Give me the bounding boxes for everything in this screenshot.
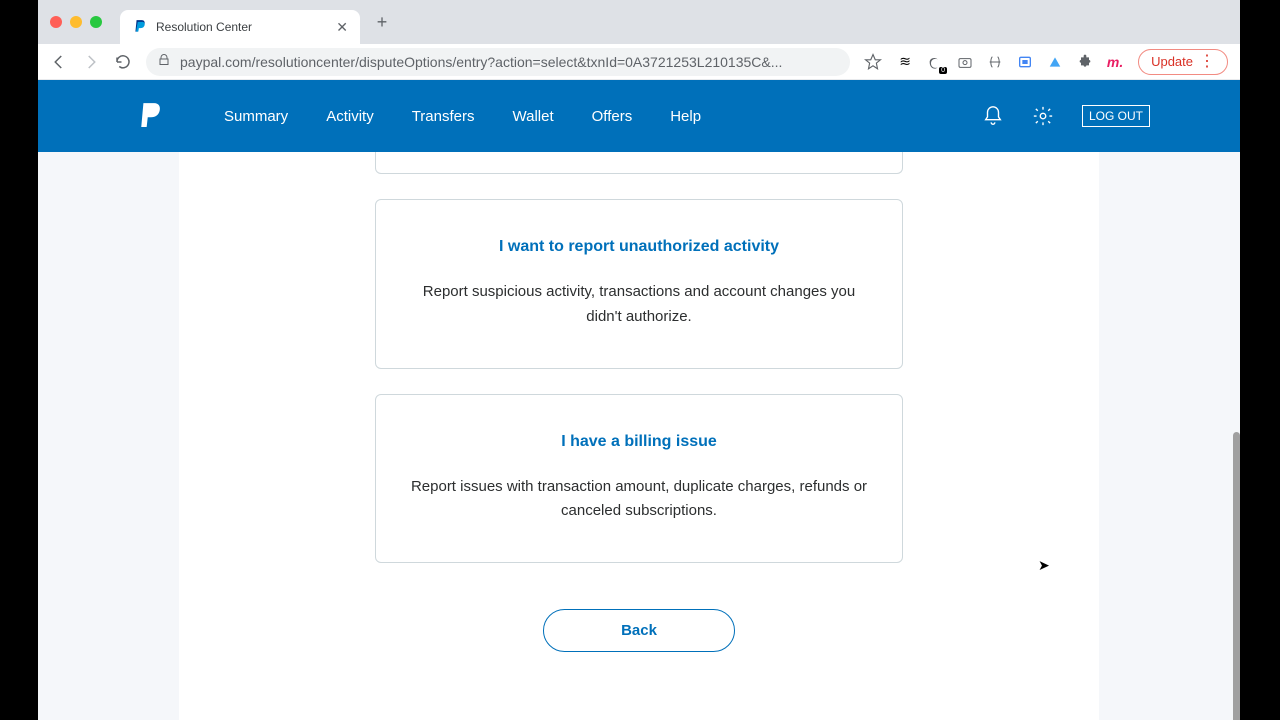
- lock-icon: [158, 54, 170, 69]
- back-icon[interactable]: [50, 53, 68, 71]
- tab-title: Resolution Center: [156, 20, 328, 34]
- forward-icon[interactable]: [82, 53, 100, 71]
- paypal-logo-icon[interactable]: [138, 101, 164, 131]
- card-description: Report issues with transaction amount, d…: [406, 475, 872, 525]
- extension-icon[interactable]: ≋: [896, 53, 914, 71]
- address-bar[interactable]: paypal.com/resolutioncenter/disputeOptio…: [146, 48, 850, 76]
- minimize-window-button[interactable]: [70, 16, 82, 28]
- nav-activity[interactable]: Activity: [326, 108, 374, 125]
- bell-icon[interactable]: [982, 105, 1004, 127]
- content-area: I want to report unauthorized activity R…: [38, 152, 1240, 720]
- nav-wallet[interactable]: Wallet: [513, 108, 554, 125]
- card-title: I want to report unauthorized activity: [406, 238, 872, 256]
- close-tab-icon[interactable]: ✕: [336, 19, 348, 36]
- extension-icon[interactable]: [1046, 53, 1064, 71]
- back-button[interactable]: Back: [543, 609, 735, 652]
- dispute-option-card[interactable]: [375, 152, 903, 174]
- new-tab-button[interactable]: +: [368, 8, 396, 36]
- nav-summary[interactable]: Summary: [224, 108, 288, 125]
- extension-icons: ≋ 0 m.: [896, 53, 1124, 71]
- window-controls: [50, 16, 102, 28]
- card-title: I have a billing issue: [406, 433, 872, 451]
- card-description: Report suspicious activity, transactions…: [406, 280, 872, 330]
- gear-icon[interactable]: [1032, 105, 1054, 127]
- nav-offers[interactable]: Offers: [592, 108, 633, 125]
- url-text: paypal.com/resolutioncenter/disputeOptio…: [180, 54, 782, 70]
- camera-icon[interactable]: [956, 53, 974, 71]
- paypal-favicon-icon: [132, 19, 148, 35]
- star-icon[interactable]: [864, 53, 882, 71]
- header-right: LOG OUT: [982, 105, 1150, 127]
- browser-toolbar: paypal.com/resolutioncenter/disputeOptio…: [38, 44, 1240, 80]
- extension-icon[interactable]: m.: [1106, 53, 1124, 71]
- close-window-button[interactable]: [50, 16, 62, 28]
- browser-tab-strip: Resolution Center ✕ +: [38, 0, 1240, 44]
- menu-dots-icon: ⋮: [1199, 54, 1215, 70]
- logout-button[interactable]: LOG OUT: [1082, 105, 1150, 127]
- scrollbar-thumb[interactable]: [1233, 432, 1240, 720]
- extension-icon[interactable]: [1016, 53, 1034, 71]
- reload-icon[interactable]: [114, 53, 132, 71]
- nav-transfers[interactable]: Transfers: [412, 108, 475, 125]
- dispute-option-billing[interactable]: I have a billing issue Report issues wit…: [375, 394, 903, 564]
- maximize-window-button[interactable]: [90, 16, 102, 28]
- nav-help[interactable]: Help: [670, 108, 701, 125]
- main-panel: I want to report unauthorized activity R…: [179, 152, 1099, 720]
- main-nav: Summary Activity Transfers Wallet Offers…: [224, 108, 982, 125]
- site-header: Summary Activity Transfers Wallet Offers…: [38, 80, 1240, 152]
- extension-icon[interactable]: 0: [926, 53, 944, 71]
- extensions-puzzle-icon[interactable]: [1076, 53, 1094, 71]
- extension-icon[interactable]: [986, 53, 1004, 71]
- update-button[interactable]: Update ⋮: [1138, 49, 1228, 75]
- dispute-option-unauthorized[interactable]: I want to report unauthorized activity R…: [375, 199, 903, 369]
- browser-tab[interactable]: Resolution Center ✕: [120, 10, 360, 44]
